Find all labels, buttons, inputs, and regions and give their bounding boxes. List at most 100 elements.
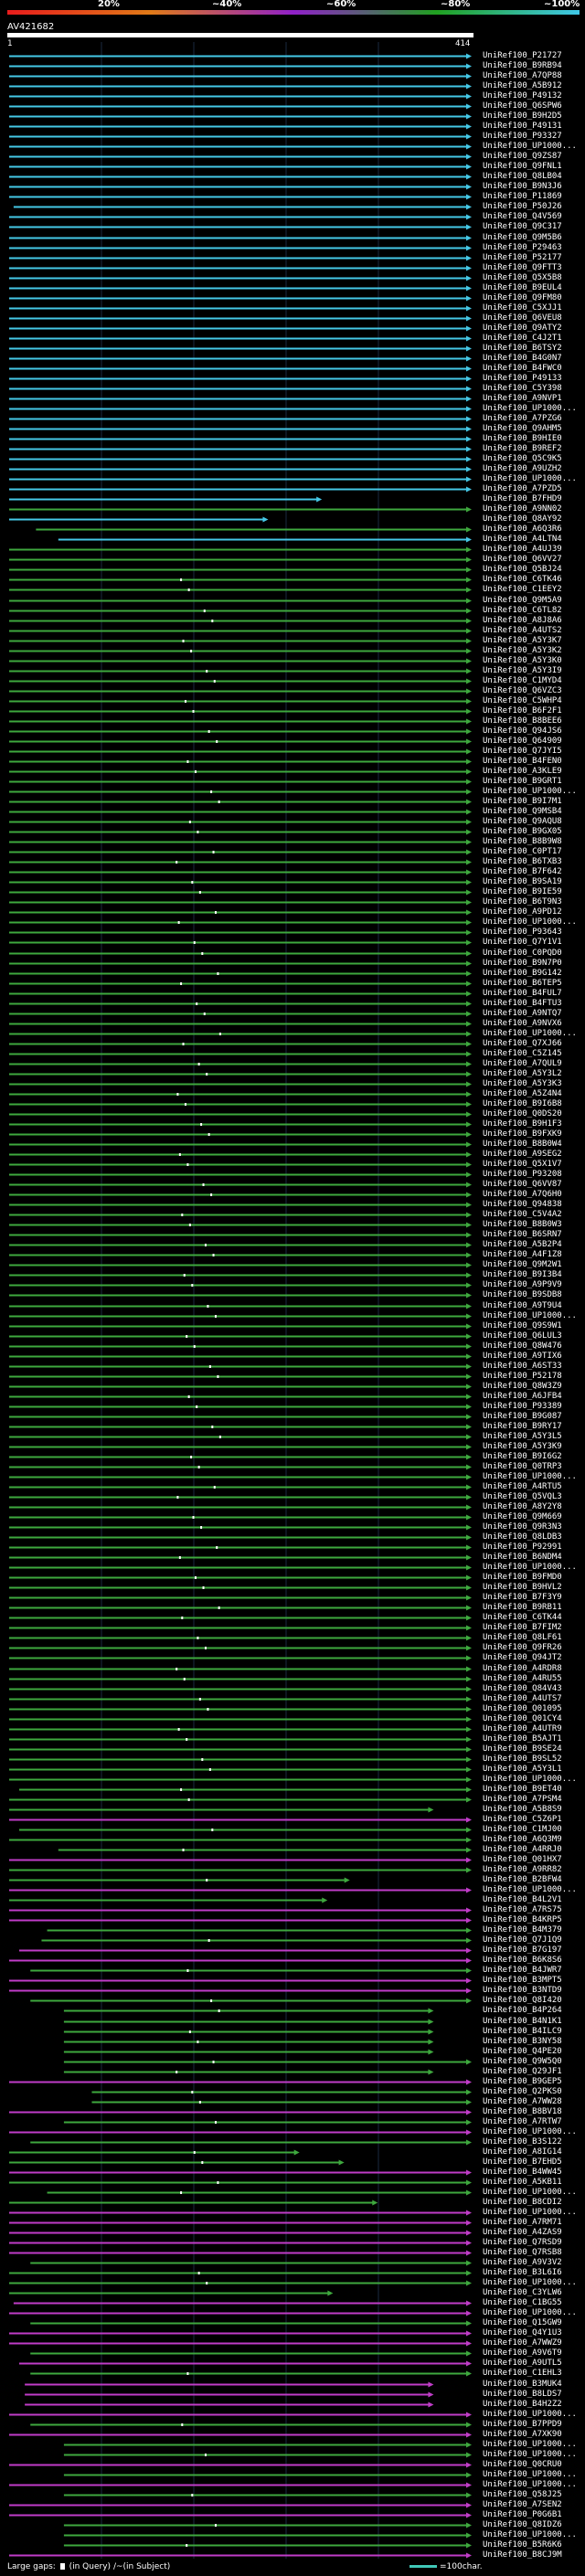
hit-label[interactable]: UniRef100_Q9MSB4 — [483, 807, 585, 816]
hit-label[interactable]: UniRef100_Q8W3Z9 — [483, 1382, 585, 1391]
hit-label[interactable]: UniRef100_B9REF2 — [483, 444, 585, 453]
hit-label[interactable]: UniRef100_P93389 — [483, 1402, 585, 1411]
hit-label[interactable]: UniRef100_Q9W5Q0 — [483, 2057, 585, 2066]
hit-label[interactable]: UniRef100_B8BEE6 — [483, 716, 585, 726]
hit-label[interactable]: UniRef100_A9NTQ7 — [483, 1009, 585, 1018]
hit-label[interactable]: UniRef100_A5Y3K9 — [483, 1442, 585, 1451]
hit-label[interactable]: UniRef100_B9N7P0 — [483, 959, 585, 968]
hit-label[interactable]: UniRef100_B4FUL7 — [483, 989, 585, 998]
hit-label[interactable]: UniRef100_A9RR82 — [483, 1865, 585, 1874]
hit-label[interactable]: UniRef100_P52177 — [483, 253, 585, 262]
hit-label[interactable]: UniRef100_Q4Y1U3 — [483, 2328, 585, 2337]
hit-label[interactable]: UniRef100_A5Y3L1 — [483, 1765, 585, 1774]
hit-label[interactable]: UniRef100_UP1000... — [483, 2450, 585, 2459]
hit-label[interactable]: UniRef100_Q9M5B6 — [483, 233, 585, 242]
hit-label[interactable]: UniRef100_B4FTU3 — [483, 999, 585, 1008]
hit-label[interactable]: UniRef100_A8Y2Y8 — [483, 1502, 585, 1511]
hit-label[interactable]: UniRef100_Q5X5B8 — [483, 273, 585, 282]
hit-label[interactable]: UniRef100_P29463 — [483, 243, 585, 252]
hit-label[interactable]: UniRef100_Q8W476 — [483, 1341, 585, 1351]
hit-label[interactable]: UniRef100_B8LDS7 — [483, 2390, 585, 2399]
hit-label[interactable]: UniRef100_A5Y3K3 — [483, 1079, 585, 1088]
hit-label[interactable]: UniRef100_A7WW28 — [483, 2097, 585, 2106]
hit-label[interactable]: UniRef100_A6Q3R6 — [483, 525, 585, 534]
hit-label[interactable]: UniRef100_UP1000... — [483, 2440, 585, 2449]
hit-label[interactable]: UniRef100_A7SEN2 — [483, 2500, 585, 2509]
hit-label[interactable]: UniRef100_B9SA19 — [483, 877, 585, 886]
hit-label[interactable]: UniRef100_Q7RSB8 — [483, 2248, 585, 2257]
hit-label[interactable]: UniRef100_P49131 — [483, 122, 585, 131]
hit-label[interactable]: UniRef100_Q9C317 — [483, 222, 585, 231]
hit-label[interactable]: UniRef100_B7G197 — [483, 1945, 585, 1955]
hit-label[interactable]: UniRef100_A4F1Z8 — [483, 1250, 585, 1259]
hit-label[interactable]: UniRef100_UP1000... — [483, 1775, 585, 1784]
hit-label[interactable]: UniRef100_Q01CY4 — [483, 1714, 585, 1723]
hit-label[interactable]: UniRef100_A9UTL5 — [483, 2359, 585, 2368]
hit-label[interactable]: UniRef100_P0G6B1 — [483, 2510, 585, 2519]
hit-label[interactable]: UniRef100_Q6VV27 — [483, 555, 585, 564]
hit-label[interactable]: UniRef100_A4LTN4 — [483, 535, 585, 544]
hit-label[interactable]: UniRef100_Q9M669 — [483, 1512, 585, 1521]
hit-label[interactable]: UniRef100_A7RS75 — [483, 1905, 585, 1914]
hit-label[interactable]: UniRef100_C6TK46 — [483, 575, 585, 584]
hit-label[interactable]: UniRef100_P93327 — [483, 132, 585, 141]
hit-label[interactable]: UniRef100_B9RY17 — [483, 1422, 585, 1431]
hit-label[interactable]: UniRef100_C6TK44 — [483, 1613, 585, 1622]
hit-label[interactable]: UniRef100_B9ET40 — [483, 1785, 585, 1794]
hit-label[interactable]: UniRef100_C5Z145 — [483, 1049, 585, 1058]
hit-label[interactable]: UniRef100_UP1000... — [483, 1885, 585, 1894]
hit-label[interactable]: UniRef100_A9NN02 — [483, 504, 585, 514]
hit-label[interactable]: UniRef100_Q4PE20 — [483, 2047, 585, 2056]
hit-label[interactable]: UniRef100_B6TXB3 — [483, 857, 585, 866]
hit-label[interactable]: UniRef100_B8CDI2 — [483, 2198, 585, 2207]
hit-label[interactable]: UniRef100_Q0TRP3 — [483, 1462, 585, 1471]
hit-label[interactable]: UniRef100_B4H2Z2 — [483, 2400, 585, 2409]
hit-label[interactable]: UniRef100_A9UZH2 — [483, 464, 585, 473]
hit-label[interactable]: UniRef100_C6TL82 — [483, 606, 585, 615]
hit-label[interactable]: UniRef100_Q9R3N3 — [483, 1522, 585, 1532]
hit-label[interactable]: UniRef100_B9I6B8 — [483, 1099, 585, 1108]
hit-label[interactable]: UniRef100_A4ZAS9 — [483, 2228, 585, 2237]
hit-label[interactable]: UniRef100_Q9ATY2 — [483, 323, 585, 333]
hit-label[interactable]: UniRef100_A7RTW7 — [483, 2117, 585, 2126]
hit-label[interactable]: UniRef100_A7WWZ9 — [483, 2338, 585, 2348]
hit-label[interactable]: UniRef100_UP1000... — [483, 917, 585, 927]
hit-label[interactable]: UniRef100_B9GRT1 — [483, 777, 585, 786]
hit-label[interactable]: UniRef100_B7F3Y9 — [483, 1593, 585, 1602]
hit-label[interactable]: UniRef100_UP1000... — [483, 1029, 585, 1038]
hit-label[interactable]: UniRef100_B9SDB8 — [483, 1290, 585, 1299]
hit-label[interactable]: UniRef100_A6JFB4 — [483, 1392, 585, 1401]
hit-label[interactable]: UniRef100_A7PZG6 — [483, 414, 585, 423]
hit-label[interactable]: UniRef100_UP1000... — [483, 2530, 585, 2539]
hit-label[interactable]: UniRef100_B5AJT1 — [483, 1734, 585, 1744]
hit-label[interactable]: UniRef100_Q9S9W1 — [483, 1321, 585, 1330]
hit-label[interactable]: UniRef100_B9HIE0 — [483, 434, 585, 443]
hit-label[interactable]: UniRef100_B7F642 — [483, 867, 585, 876]
hit-label[interactable]: UniRef100_P93643 — [483, 928, 585, 937]
hit-label[interactable]: UniRef100_Q7Y1V1 — [483, 938, 585, 947]
hit-label[interactable]: UniRef100_B9FXK9 — [483, 1129, 585, 1139]
hit-label[interactable]: UniRef100_Q7RSD9 — [483, 2238, 585, 2247]
hit-label[interactable]: UniRef100_B9H1F3 — [483, 1119, 585, 1129]
hit-label[interactable]: UniRef100_Q5C9K5 — [483, 454, 585, 463]
hit-label[interactable]: UniRef100_Q6VV87 — [483, 1180, 585, 1189]
hit-label[interactable]: UniRef100_Q7JYI5 — [483, 747, 585, 756]
hit-label[interactable]: UniRef100_UP1000... — [483, 404, 585, 413]
hit-label[interactable]: UniRef100_A4UJ39 — [483, 545, 585, 554]
hit-label[interactable]: UniRef100_B6K8S6 — [483, 1956, 585, 1965]
hit-label[interactable]: UniRef100_UP1000... — [483, 2188, 585, 2197]
hit-label[interactable]: UniRef100_B6T9N3 — [483, 897, 585, 906]
hit-label[interactable]: UniRef100_Q9FR26 — [483, 1643, 585, 1652]
hit-label[interactable]: UniRef100_P21727 — [483, 51, 585, 60]
hit-label[interactable]: UniRef100_C1MYD4 — [483, 676, 585, 685]
hit-label[interactable]: UniRef100_A4UTS7 — [483, 1694, 585, 1703]
hit-label[interactable]: UniRef100_C5Y398 — [483, 384, 585, 393]
hit-label[interactable]: UniRef100_A7Q6H0 — [483, 1190, 585, 1199]
hit-label[interactable]: UniRef100_Q9FTT3 — [483, 263, 585, 272]
hit-label[interactable]: UniRef100_UP1000... — [483, 2127, 585, 2136]
hit-label[interactable]: UniRef100_A7PZD5 — [483, 484, 585, 493]
hit-label[interactable]: UniRef100_Q7XJ66 — [483, 1039, 585, 1048]
hit-label[interactable]: UniRef100_B9EUL4 — [483, 283, 585, 292]
hit-label[interactable]: UniRef100_Q6SPW6 — [483, 101, 585, 111]
hit-label[interactable]: UniRef100_C1EEY2 — [483, 585, 585, 594]
